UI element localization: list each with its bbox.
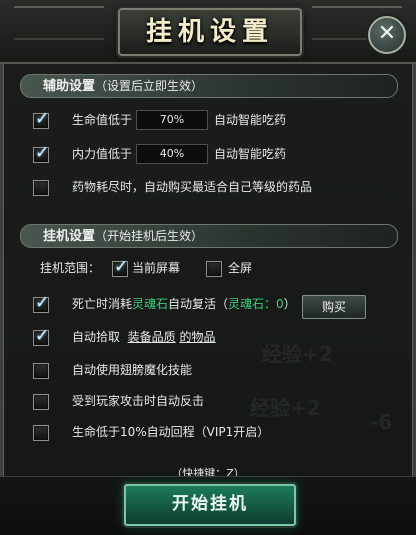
revive-prefix: 死亡时消耗 [72,297,133,311]
range-full-checkbox[interactable] [206,261,222,277]
background-decoration: 经验+2 [262,342,333,366]
auto-revive-text: 死亡时消耗灵魂石自动复活（灵魂石：0） [72,294,296,314]
hp-threshold-label: 生命值低于 [72,113,133,127]
background-decoration: -6 [370,410,393,434]
checkmark-icon: ✓ [114,257,129,277]
range-label: 挂机范围： [40,261,101,275]
assist-section-title: 辅助设置 [43,79,96,94]
ornament-left [14,6,104,40]
soulstone-count: 灵魂石：0 [228,297,284,311]
start-hangup-button[interactable]: 开始挂机 [124,484,296,526]
hp-suffix-label: 自动智能吃药 [214,113,287,127]
soulstone-name: 灵魂石 [132,297,169,311]
counter-attack-checkbox[interactable] [33,394,49,410]
checkmark-icon: ✓ [35,326,50,346]
mp-suffix-label: 自动智能吃药 [214,147,287,161]
checkmark-icon: ✓ [35,143,50,163]
checkmark-icon: ✓ [35,293,50,313]
mp-potion-checkbox[interactable]: ✓ [33,143,49,163]
auto-buy-checkbox[interactable] [33,180,49,196]
hangup-section-title: 挂机设置 [43,229,96,244]
background-decoration: 经验+2 [250,396,321,420]
close-icon: ✕ [377,21,397,46]
range-current-checkbox[interactable]: ✓ [112,257,128,277]
auto-return-checkbox[interactable] [33,425,49,441]
pickup-prefix: 自动拾取 [72,330,121,344]
revive-middle: 自动复活（ [168,297,229,311]
window-title: 挂机设置 [145,17,274,47]
hangup-section-header: 挂机设置（开始挂机后生效） [20,224,398,248]
counter-attack-label: 受到玩家攻击时自动反击 [72,394,205,408]
buy-soulstone-button[interactable]: 购买 [302,295,366,319]
assist-section-header: 辅助设置（设置后立即生效） [20,74,398,98]
hp-threshold-input[interactable]: 70% [136,110,208,130]
hangup-section-subtitle: （开始挂机后生效） [95,229,204,243]
assist-section-subtitle: （设置后立即生效） [95,79,204,93]
revive-close: ） [283,297,296,311]
mp-threshold-input[interactable]: 40% [136,144,208,164]
range-full-label: 全屏 [228,261,253,275]
auto-revive-checkbox[interactable]: ✓ [33,293,49,313]
hp-potion-checkbox[interactable]: ✓ [33,109,49,129]
title-bar: 挂机设置 ✕ [0,0,416,64]
items-link[interactable]: 的物品 [180,330,216,344]
mp-threshold-label: 内力值低于 [72,147,133,161]
auto-return-label: 生命低于10%自动回程（VIP1开启） [72,425,270,439]
wing-skill-label: 自动使用翅膀魔化技能 [72,363,193,377]
wing-skill-checkbox[interactable] [33,363,49,379]
checkmark-icon: ✓ [35,109,50,129]
auto-buy-label: 药物耗尽时，自动购买最适合自己等级的药品 [72,180,313,194]
equipment-quality-link[interactable]: 装备品质 [128,330,176,344]
range-current-label: 当前屏幕 [132,261,181,275]
auto-pickup-checkbox[interactable]: ✓ [33,326,49,346]
close-button[interactable]: ✕ [368,16,406,54]
auto-pickup-text: 自动拾取 装备品质 的物品 [72,327,216,347]
